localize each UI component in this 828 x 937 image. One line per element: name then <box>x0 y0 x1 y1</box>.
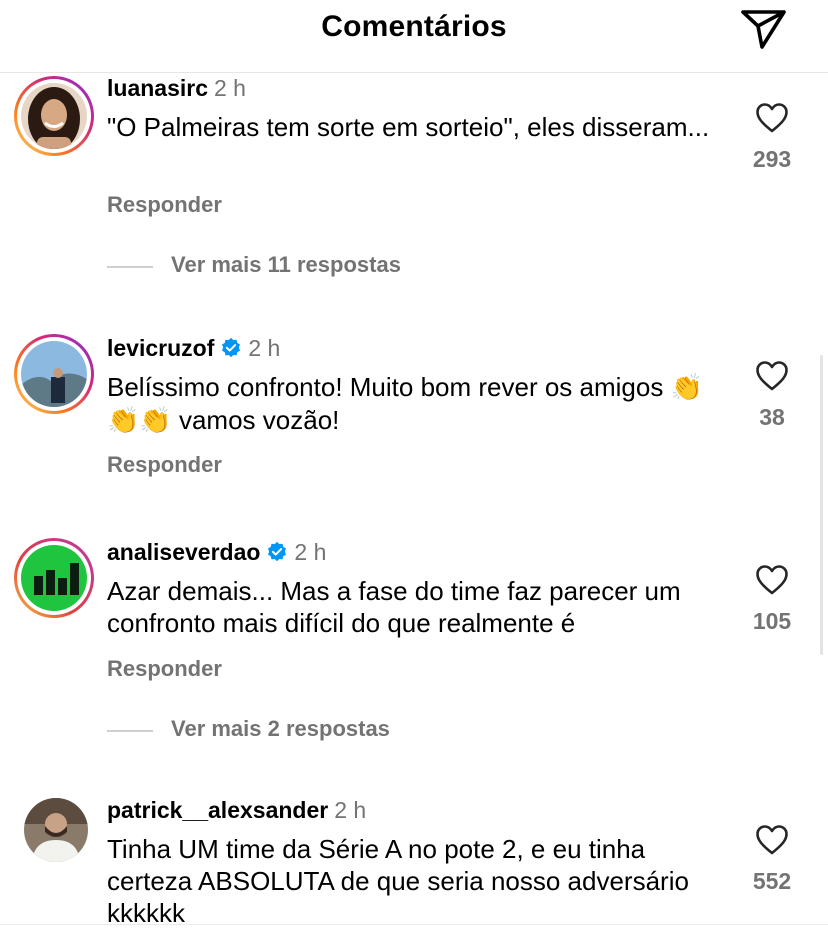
comment-item: analiseverdao 2 h Azar demais... Mas a fa… <box>0 536 828 766</box>
comment-time: 2 h <box>294 539 327 565</box>
comment-text: Tinha UM time da Série A no pote 2, e eu… <box>107 834 689 924</box>
comment-text-after: vamos vozão! <box>171 405 340 435</box>
like-count: 552 <box>752 868 792 894</box>
view-more-replies-label: Ver mais 2 respostas <box>171 716 390 741</box>
comment-item: levicruzof 2 h Belíssimo confronto! Muito… <box>0 332 828 502</box>
like-button[interactable]: 105 <box>736 564 808 635</box>
comment-text: "O Palmeiras tem sorte em sorteio", eles… <box>107 112 710 142</box>
comment-meta: levicruzof 2 h <box>107 334 280 362</box>
heart-icon <box>756 565 788 595</box>
avatar-story-ring[interactable] <box>14 334 94 414</box>
divider-line <box>107 266 153 268</box>
avatar-story-ring[interactable] <box>14 76 94 156</box>
comment-time: 2 h <box>248 335 281 361</box>
comment-item: luanasirc 2 h "O Palmeiras tem sorte em s… <box>0 72 828 302</box>
avatar <box>21 545 87 611</box>
like-count: 38 <box>759 404 785 430</box>
like-button[interactable]: 38 <box>736 360 808 431</box>
send-button[interactable] <box>740 6 788 50</box>
avatar[interactable] <box>24 798 88 862</box>
divider-line <box>107 730 153 732</box>
bottom-edge <box>0 924 828 937</box>
paper-plane-icon <box>741 10 786 49</box>
heart-icon <box>756 825 788 855</box>
comment-meta: analiseverdao 2 h <box>107 538 326 566</box>
username[interactable]: levicruzof <box>107 335 214 361</box>
username[interactable]: patrick__alexsander <box>107 797 328 823</box>
comment-time: 2 h <box>334 797 367 823</box>
comment-item: patrick__alexsander 2 h Tinha UM time da … <box>0 794 828 924</box>
avatar <box>21 341 87 407</box>
scrollbar[interactable] <box>820 355 823 655</box>
avatar-close-friends-ring[interactable] <box>14 538 94 618</box>
verified-badge-icon <box>222 337 241 358</box>
reply-button[interactable]: Responder <box>107 452 222 478</box>
reply-button[interactable]: Responder <box>107 656 222 682</box>
reply-button[interactable]: Responder <box>107 192 222 218</box>
verified-badge-icon <box>268 541 287 562</box>
like-count: 105 <box>752 608 792 634</box>
comment-meta: luanasirc 2 h <box>107 74 246 102</box>
heart-icon <box>756 361 788 391</box>
view-more-replies-label: Ver mais 11 respostas <box>171 252 401 277</box>
comment-text: Belíssimo confronto! Muito bom rever os … <box>107 371 727 437</box>
username[interactable]: analiseverdao <box>107 539 260 565</box>
avatar <box>21 83 87 149</box>
comment-text-before: Belíssimo confronto! Muito bom rever os … <box>107 372 671 402</box>
like-button[interactable]: 552 <box>736 824 808 895</box>
comments-header: Comentários <box>0 0 828 73</box>
username[interactable]: luanasirc <box>107 75 208 101</box>
like-button[interactable]: 293 <box>736 102 808 173</box>
comment-text: Azar demais... Mas a fase do time faz pa… <box>107 576 681 638</box>
header-title: Comentários <box>321 10 507 43</box>
heart-icon <box>756 103 788 133</box>
like-count: 293 <box>752 146 792 172</box>
comment-time: 2 h <box>214 75 246 101</box>
comment-meta: patrick__alexsander 2 h <box>107 796 366 824</box>
